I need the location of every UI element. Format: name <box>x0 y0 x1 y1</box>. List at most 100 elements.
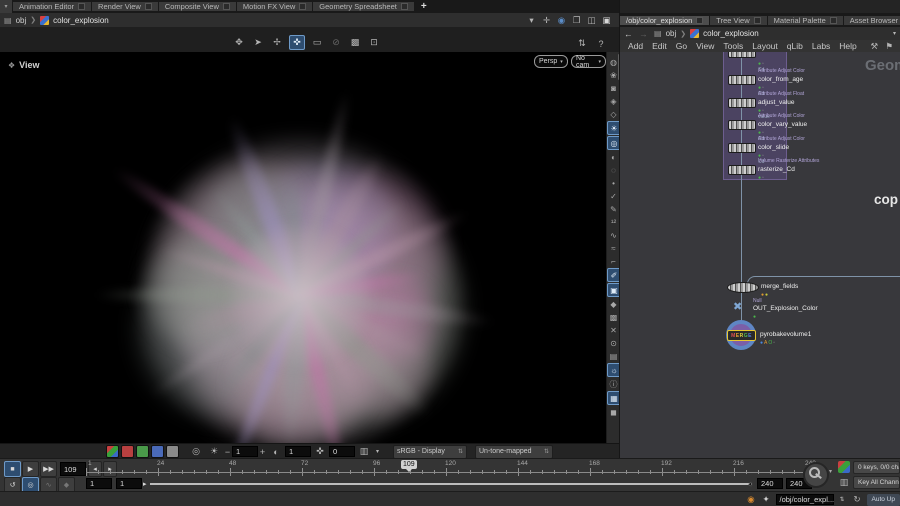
green-channel-icon[interactable] <box>136 445 149 458</box>
range-start-field[interactable]: 1 <box>86 478 112 489</box>
menu-layout[interactable]: Layout <box>752 41 778 51</box>
frame-ruler[interactable]: 124487296120144168192216240109 <box>86 460 808 476</box>
rgb-channels-icon[interactable] <box>106 445 119 458</box>
crop-icon[interactable]: ◼ <box>608 406 620 418</box>
shade-sphere-icon[interactable]: ◐ <box>608 151 620 163</box>
node-merge-fields[interactable] <box>727 282 759 293</box>
range-end-field[interactable]: 240 <box>757 478 783 489</box>
node-flags[interactable]: ● <box>753 314 757 320</box>
menu-go[interactable]: Go <box>676 41 687 51</box>
auto-update-button[interactable]: Auto Up <box>867 494 900 506</box>
channel-editor-icon[interactable]: ▥ <box>837 476 851 489</box>
new-tab-button[interactable]: + <box>415 0 433 13</box>
network-editor[interactable]: Geom cop p ●▫CdAttribute Adjust Colorcol… <box>620 52 900 458</box>
breadcrumb-node[interactable]: color_explosion <box>53 16 109 25</box>
tools-icon[interactable]: ⚒ <box>868 40 881 52</box>
light-pin-icon[interactable]: ◈ <box>608 95 620 107</box>
scoped-channels-icon[interactable] <box>838 461 850 473</box>
flag-icon[interactable]: ⚑ <box>883 40 896 52</box>
keys-summary-button[interactable]: 0 keys, 0/0 chan <box>853 461 900 474</box>
tab-menu-icon[interactable] <box>299 3 306 10</box>
view-tool-icon[interactable]: ✥ <box>232 36 246 49</box>
grid-snap-icon[interactable]: ▩ <box>608 311 620 323</box>
tab-animation-editor[interactable]: Animation Editor <box>13 2 91 11</box>
gamma-plus-button[interactable]: + <box>258 445 267 458</box>
help-icon[interactable]: ? <box>594 37 608 50</box>
tab-menu-icon[interactable] <box>754 17 761 24</box>
pane-type-icon[interactable]: ▤ <box>4 16 12 25</box>
node-flags[interactable]: ●● <box>761 292 769 298</box>
histogram-icon[interactable]: ▥ <box>357 445 371 458</box>
display-options-caret[interactable]: ▾ <box>373 445 382 458</box>
tonemap-select[interactable]: Un-tone-mapped⇅ <box>475 445 553 459</box>
refresh-icon[interactable]: ↻ <box>851 494 864 506</box>
tab-menu-icon[interactable] <box>78 3 85 10</box>
node-out-explosion-color[interactable]: ✖ <box>733 302 742 313</box>
point-marker-icon[interactable]: • <box>608 177 620 189</box>
link-pane-icon[interactable]: ◉ <box>555 14 568 26</box>
node-color_slide[interactable] <box>728 143 756 153</box>
view-menu-icon[interactable]: ❖ <box>8 61 15 70</box>
menu-edit[interactable]: Edit <box>652 41 667 51</box>
breadcrumb-root[interactable]: obj <box>16 16 27 25</box>
blue-channel-icon[interactable] <box>151 445 164 458</box>
tab-composite-view[interactable]: Composite View <box>159 2 236 11</box>
node-pyrobakevolume[interactable]: MERGE <box>726 320 756 350</box>
float-pane-icon[interactable]: ❐ <box>570 14 583 26</box>
annotate-icon[interactable]: ✎ <box>608 203 620 215</box>
handles-tool-icon[interactable]: ✜ <box>289 35 305 50</box>
node-flags[interactable]: ●AO▫ <box>760 340 776 346</box>
tab-menu-icon[interactable] <box>145 3 152 10</box>
point-number-icon[interactable]: ¹² <box>608 216 620 228</box>
back-icon[interactable]: ← <box>622 28 635 40</box>
box-pick-icon[interactable]: ▭ <box>310 36 324 49</box>
tab-render-view[interactable]: Render View <box>92 2 158 11</box>
select-tool-icon[interactable]: ➤ <box>251 36 265 49</box>
breadcrumb-node[interactable]: color_explosion <box>703 29 759 38</box>
forward-icon[interactable]: → <box>637 28 650 40</box>
play-button[interactable]: ▶ <box>22 461 39 477</box>
context-field[interactable]: /obj/color_expl... <box>776 494 834 505</box>
path-menu-caret[interactable]: ▾ <box>888 28 900 40</box>
skip-end-button[interactable]: ▶▶ <box>40 461 57 477</box>
contrast-field[interactable]: 1 <box>285 446 311 457</box>
audio-icon[interactable]: ∿ <box>608 229 620 241</box>
tab-menu-icon[interactable] <box>696 17 703 24</box>
tab-menu-icon[interactable] <box>830 17 837 24</box>
current-frame-field[interactable]: 109 <box>60 462 86 476</box>
menu-tools[interactable]: Tools <box>723 41 743 51</box>
offset-icon[interactable]: ✜ <box>313 445 327 458</box>
node-adjust_value[interactable] <box>728 98 756 108</box>
tab-menu-icon[interactable] <box>223 3 230 10</box>
info-icon[interactable]: ⓘ <box>608 378 620 390</box>
tab-tree-view[interactable]: Tree View <box>710 16 766 25</box>
pin-pane-icon[interactable]: ✛ <box>540 14 553 26</box>
target-icon[interactable]: ⊙ <box>608 337 620 349</box>
context-spinner-icon[interactable]: ⇅ <box>836 494 849 506</box>
gamma-field[interactable]: 1 <box>232 446 258 457</box>
multi-tool-icon[interactable]: ✕ <box>608 324 620 336</box>
persp-menu-button[interactable]: Persp▾ <box>534 55 568 68</box>
range-slider-end-handle[interactable]: ◂ <box>748 480 752 488</box>
alpha-channel-icon[interactable] <box>166 445 179 458</box>
translate-tool-icon[interactable]: ✢ <box>270 36 284 49</box>
scene-viewport[interactable]: ❖ View Persp▾ No cam▾ <box>0 52 606 443</box>
tab-motion-fx-view[interactable]: Motion FX View <box>237 2 312 11</box>
tab--obj-color-explosion[interactable]: /obj/color_explosion <box>620 16 709 25</box>
key-all-channels-button[interactable]: Key All Channels <box>853 476 900 489</box>
red-channel-icon[interactable] <box>121 445 134 458</box>
node-color_from_age[interactable] <box>728 75 756 85</box>
shade-mask-icon[interactable]: ▩ <box>348 36 362 49</box>
menu-view[interactable]: View <box>696 41 714 51</box>
brightness-icon[interactable]: ☀ <box>207 445 221 458</box>
range-substart-field[interactable]: 1 <box>116 478 142 489</box>
hint-icon[interactable]: ✦ <box>760 494 773 506</box>
gamma-minus-button[interactable]: − <box>223 445 232 458</box>
tab-geometry-spreadsheet[interactable]: Geometry Spreadsheet <box>313 2 414 11</box>
breadcrumb-root[interactable]: obj <box>666 29 677 38</box>
sort-icon[interactable]: ⇅ <box>575 37 589 50</box>
node-rasterize_Cd[interactable] <box>728 165 756 175</box>
menu-labs[interactable]: Labs <box>812 41 830 51</box>
menu-help[interactable]: Help <box>839 41 856 51</box>
range-slider[interactable] <box>150 483 752 485</box>
